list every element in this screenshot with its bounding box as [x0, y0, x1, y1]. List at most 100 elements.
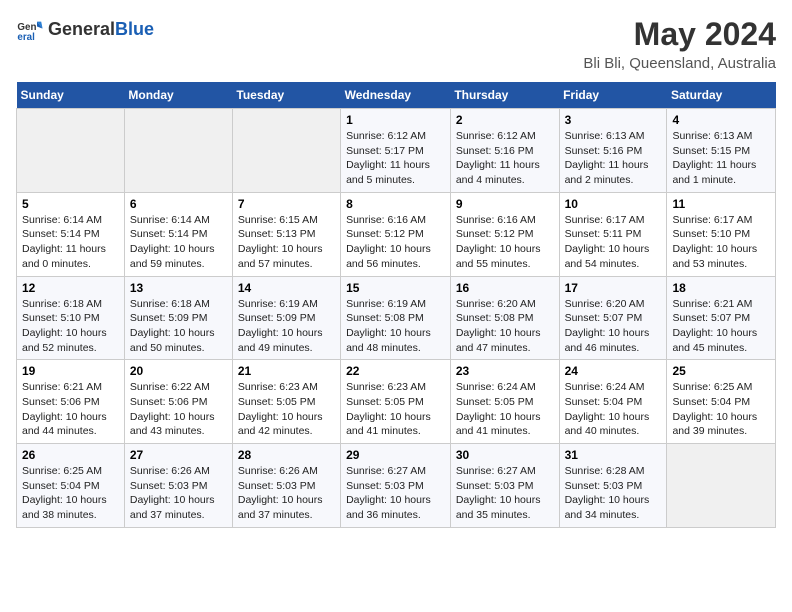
day-info: Sunrise: 6:20 AMSunset: 5:08 PMDaylight:… — [456, 297, 554, 356]
table-row: 14Sunrise: 6:19 AMSunset: 5:09 PMDayligh… — [232, 276, 340, 360]
day-number: 26 — [22, 448, 119, 462]
logo: Gen eral GeneralBlue — [16, 16, 154, 44]
table-row: 9 Sunrise: 6:16 AMSunset: 5:12 PMDaylight… — [450, 192, 559, 276]
table-row: 29Sunrise: 6:27 AMSunset: 5:03 PMDayligh… — [341, 444, 451, 528]
day-info: Sunrise: 6:24 AMSunset: 5:05 PMDaylight:… — [456, 380, 554, 439]
page-header: Gen eral GeneralBlue May 2024 Bli Bli, Q… — [16, 16, 776, 72]
day-info: Sunrise: 6:23 AMSunset: 5:05 PMDaylight:… — [346, 380, 445, 439]
table-row: 22 Sunrise: 6:23 AMSunset: 5:05 PMDayligh… — [341, 360, 451, 444]
day-number: 25 — [672, 364, 770, 378]
day-info: Sunrise: 6:16 AMSunset: 5:12 PMDaylight:… — [346, 213, 445, 272]
day-number: 18 — [672, 281, 770, 295]
table-row: 21 Sunrise: 6:23 AMSunset: 5:05 PMDayligh… — [232, 360, 340, 444]
day-info: Sunrise: 6:12 AMSunset: 5:16 PMDaylight:… — [456, 129, 554, 188]
logo-icon: Gen eral — [16, 16, 44, 44]
header-thursday: Thursday — [450, 82, 559, 109]
day-info: Sunrise: 6:13 AMSunset: 5:15 PMDaylight:… — [672, 129, 770, 188]
day-info: Sunrise: 6:18 AMSunset: 5:09 PMDaylight:… — [130, 297, 227, 356]
table-row — [17, 109, 125, 193]
day-number: 2 — [456, 113, 554, 127]
day-number: 16 — [456, 281, 554, 295]
table-row: 4 Sunrise: 6:13 AMSunset: 5:15 PMDaylight… — [667, 109, 776, 193]
day-number: 28 — [238, 448, 335, 462]
day-number: 19 — [22, 364, 119, 378]
table-row: 30Sunrise: 6:27 AMSunset: 5:03 PMDayligh… — [450, 444, 559, 528]
day-info: Sunrise: 6:14 AMSunset: 5:14 PMDaylight:… — [22, 213, 119, 272]
day-number: 8 — [346, 197, 445, 211]
day-number: 20 — [130, 364, 227, 378]
day-number: 10 — [565, 197, 662, 211]
day-number: 31 — [565, 448, 662, 462]
day-info: Sunrise: 6:26 AMSunset: 5:03 PMDaylight:… — [130, 464, 227, 523]
day-number: 7 — [238, 197, 335, 211]
table-row: 13 Sunrise: 6:18 AMSunset: 5:09 PMDayligh… — [124, 276, 232, 360]
table-row: 15Sunrise: 6:19 AMSunset: 5:08 PMDayligh… — [341, 276, 451, 360]
header-tuesday: Tuesday — [232, 82, 340, 109]
header-monday: Monday — [124, 82, 232, 109]
table-row: 5 Sunrise: 6:14 AMSunset: 5:14 PMDaylight… — [17, 192, 125, 276]
day-info: Sunrise: 6:14 AMSunset: 5:14 PMDaylight:… — [130, 213, 227, 272]
svg-text:eral: eral — [17, 32, 35, 43]
calendar-week-row: 12Sunrise: 6:18 AMSunset: 5:10 PMDayligh… — [17, 276, 776, 360]
table-row: 2 Sunrise: 6:12 AMSunset: 5:16 PMDaylight… — [450, 109, 559, 193]
day-info: Sunrise: 6:28 AMSunset: 5:03 PMDaylight:… — [565, 464, 662, 523]
day-info: Sunrise: 6:13 AMSunset: 5:16 PMDaylight:… — [565, 129, 662, 188]
day-number: 5 — [22, 197, 119, 211]
day-info: Sunrise: 6:22 AMSunset: 5:06 PMDaylight:… — [130, 380, 227, 439]
day-number: 21 — [238, 364, 335, 378]
table-row: 20 Sunrise: 6:22 AMSunset: 5:06 PMDayligh… — [124, 360, 232, 444]
day-info: Sunrise: 6:20 AMSunset: 5:07 PMDaylight:… — [565, 297, 662, 356]
header-wednesday: Wednesday — [341, 82, 451, 109]
day-info: Sunrise: 6:12 AMSunset: 5:17 PMDaylight:… — [346, 129, 445, 188]
table-row: 10Sunrise: 6:17 AMSunset: 5:11 PMDayligh… — [559, 192, 667, 276]
day-number: 9 — [456, 197, 554, 211]
table-row: 8 Sunrise: 6:16 AMSunset: 5:12 PMDaylight… — [341, 192, 451, 276]
table-row — [232, 109, 340, 193]
table-row: 26Sunrise: 6:25 AMSunset: 5:04 PMDayligh… — [17, 444, 125, 528]
table-row: 23 Sunrise: 6:24 AMSunset: 5:05 PMDayligh… — [450, 360, 559, 444]
calendar-header-row: Sunday Monday Tuesday Wednesday Thursday… — [17, 82, 776, 109]
table-row: 28Sunrise: 6:26 AMSunset: 5:03 PMDayligh… — [232, 444, 340, 528]
calendar-subtitle: Bli Bli, Queensland, Australia — [583, 55, 776, 72]
day-info: Sunrise: 6:16 AMSunset: 5:12 PMDaylight:… — [456, 213, 554, 272]
header-saturday: Saturday — [667, 82, 776, 109]
table-row: 3 Sunrise: 6:13 AMSunset: 5:16 PMDaylight… — [559, 109, 667, 193]
day-info: Sunrise: 6:18 AMSunset: 5:10 PMDaylight:… — [22, 297, 119, 356]
day-info: Sunrise: 6:23 AMSunset: 5:05 PMDaylight:… — [238, 380, 335, 439]
table-row: 16 Sunrise: 6:20 AMSunset: 5:08 PMDayligh… — [450, 276, 559, 360]
table-row — [667, 444, 776, 528]
logo-blue-text: Blue — [115, 19, 154, 39]
day-number: 6 — [130, 197, 227, 211]
day-info: Sunrise: 6:21 AMSunset: 5:07 PMDaylight:… — [672, 297, 770, 356]
day-number: 1 — [346, 113, 445, 127]
table-row: 17Sunrise: 6:20 AMSunset: 5:07 PMDayligh… — [559, 276, 667, 360]
table-row: 1 Sunrise: 6:12 AMSunset: 5:17 PMDaylight… — [341, 109, 451, 193]
day-info: Sunrise: 6:15 AMSunset: 5:13 PMDaylight:… — [238, 213, 335, 272]
day-number: 13 — [130, 281, 227, 295]
day-number: 4 — [672, 113, 770, 127]
calendar-week-row: 1 Sunrise: 6:12 AMSunset: 5:17 PMDaylight… — [17, 109, 776, 193]
day-info: Sunrise: 6:19 AMSunset: 5:08 PMDaylight:… — [346, 297, 445, 356]
day-number: 11 — [672, 197, 770, 211]
table-row: 6 Sunrise: 6:14 AMSunset: 5:14 PMDaylight… — [124, 192, 232, 276]
table-row: 12Sunrise: 6:18 AMSunset: 5:10 PMDayligh… — [17, 276, 125, 360]
day-number: 3 — [565, 113, 662, 127]
header-friday: Friday — [559, 82, 667, 109]
table-row: 7 Sunrise: 6:15 AMSunset: 5:13 PMDaylight… — [232, 192, 340, 276]
calendar-week-row: 26Sunrise: 6:25 AMSunset: 5:04 PMDayligh… — [17, 444, 776, 528]
day-number: 22 — [346, 364, 445, 378]
table-row: 11 Sunrise: 6:17 AMSunset: 5:10 PMDayligh… — [667, 192, 776, 276]
calendar-title: May 2024 — [583, 16, 776, 53]
day-number: 23 — [456, 364, 554, 378]
table-row — [124, 109, 232, 193]
day-info: Sunrise: 6:17 AMSunset: 5:10 PMDaylight:… — [672, 213, 770, 272]
day-number: 24 — [565, 364, 662, 378]
day-info: Sunrise: 6:27 AMSunset: 5:03 PMDaylight:… — [456, 464, 554, 523]
day-info: Sunrise: 6:25 AMSunset: 5:04 PMDaylight:… — [672, 380, 770, 439]
table-row: 27Sunrise: 6:26 AMSunset: 5:03 PMDayligh… — [124, 444, 232, 528]
table-row: 24Sunrise: 6:24 AMSunset: 5:04 PMDayligh… — [559, 360, 667, 444]
logo-general-text: General — [48, 19, 115, 39]
day-number: 14 — [238, 281, 335, 295]
header-sunday: Sunday — [17, 82, 125, 109]
title-area: May 2024 Bli Bli, Queensland, Australia — [583, 16, 776, 72]
